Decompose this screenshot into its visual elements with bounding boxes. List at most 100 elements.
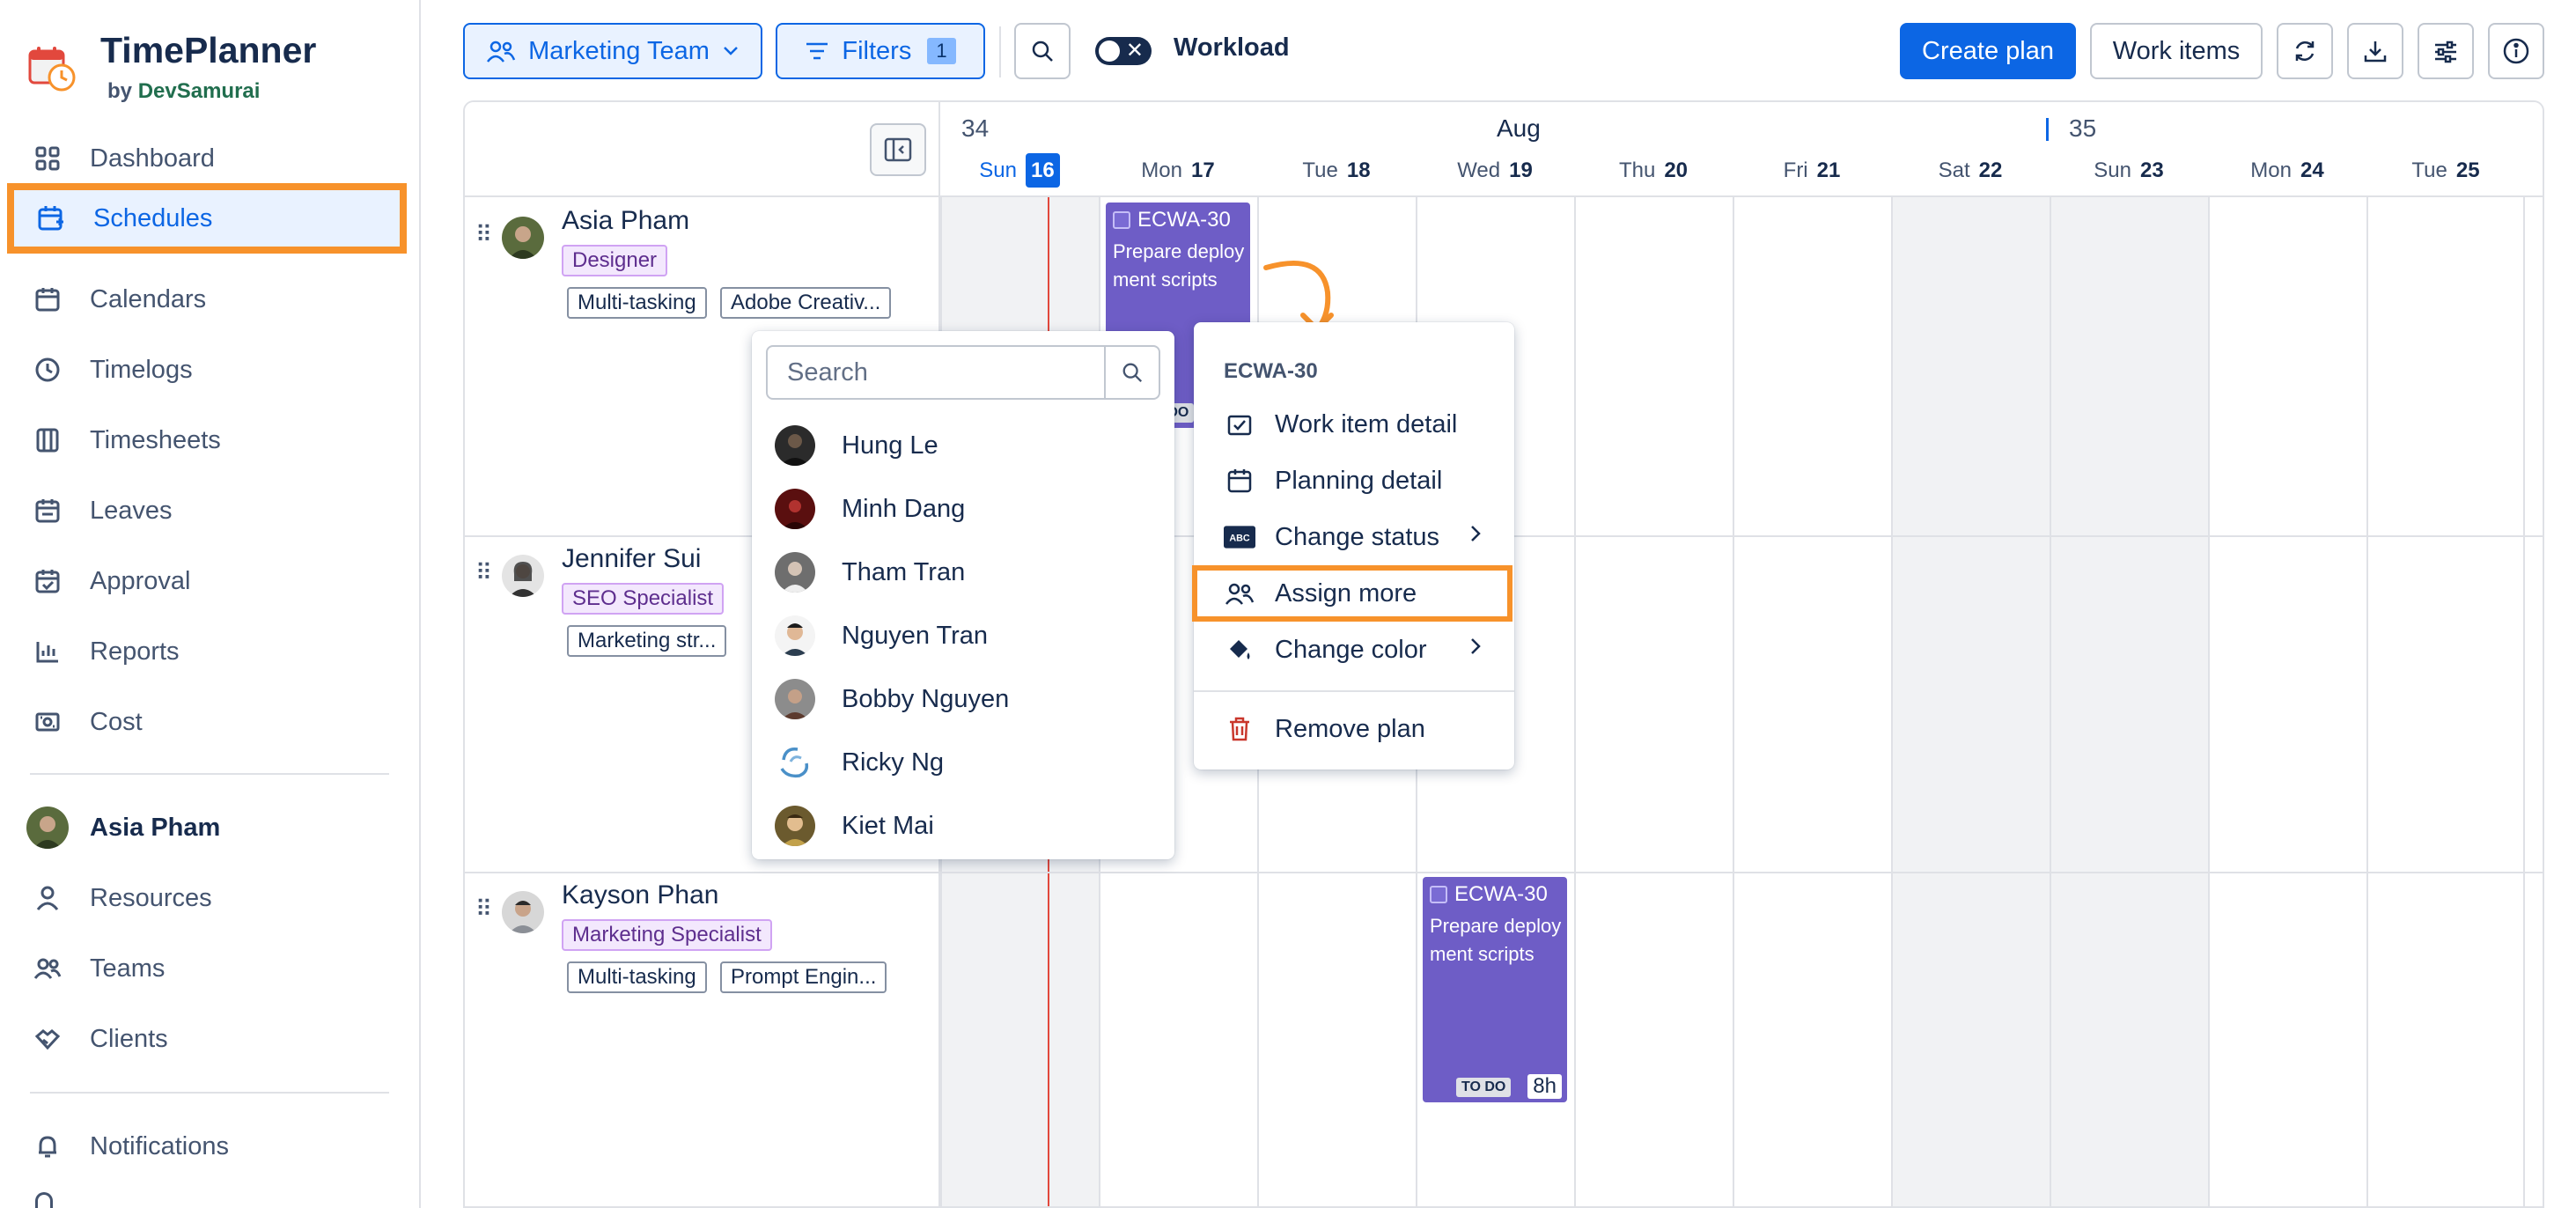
resource-name[interactable]: Jennifer Sui <box>562 544 701 574</box>
menu-item-label: Work item detail <box>1275 409 1458 438</box>
create-plan-button[interactable]: Create plan <box>1900 23 2076 79</box>
sidebar-item-reports[interactable]: Reports <box>0 616 421 687</box>
sidebar-item-leaves[interactable]: Leaves <box>0 475 421 546</box>
day-number: 21 <box>1816 158 1841 182</box>
sidebar-item-schedules[interactable]: Schedules <box>7 183 407 254</box>
day-column[interactable] <box>2050 197 2208 1206</box>
day-header[interactable]: Thu 20 <box>1574 158 1733 183</box>
menu-item-label: Planning detail <box>1275 466 1443 495</box>
sidebar-divider <box>30 773 389 775</box>
day-header[interactable]: Mon 24 <box>2208 158 2366 183</box>
sidebar-profile[interactable]: Asia Pham <box>0 792 421 863</box>
menu-item-work-item-detail[interactable]: Work item detail <box>1194 396 1514 453</box>
sidebar-item-label: Timelogs <box>90 355 193 384</box>
calendar-icon <box>32 284 63 315</box>
sidebar-item-notifications[interactable]: Notifications <box>0 1111 421 1182</box>
workload-toggle[interactable]: ✕ <box>1095 37 1152 65</box>
skill-tag: Multi-tasking <box>567 961 707 993</box>
sidebar-item-calendars[interactable]: Calendars <box>0 264 421 335</box>
search-button[interactable] <box>1014 23 1071 79</box>
day-of-week: Thu <box>1618 158 1656 182</box>
sidebar-item-resources[interactable]: Resources <box>0 863 421 933</box>
person-option[interactable]: Tham Tran <box>752 541 1174 604</box>
day-header-today[interactable]: Sun 16 <box>940 153 1099 188</box>
download-button[interactable] <box>2347 23 2403 79</box>
plan-context-menu: ECWA-30 Work item detail Planning detail… <box>1192 322 1514 770</box>
search-input[interactable] <box>768 347 1106 398</box>
timeplanner-logo-icon <box>28 44 76 92</box>
day-column[interactable] <box>2366 197 2525 1206</box>
sidebar-item-teams[interactable]: Teams <box>0 933 421 1004</box>
day-header[interactable]: Sun 23 <box>2050 158 2208 183</box>
avatar <box>775 552 815 593</box>
search-submit-button[interactable] <box>1106 347 1159 398</box>
chart-icon <box>32 636 63 667</box>
day-column[interactable] <box>1733 197 1891 1206</box>
person-name: Hung Le <box>842 431 938 460</box>
day-header[interactable]: Tue 25 <box>2366 158 2525 183</box>
menu-item-planning-detail[interactable]: Planning detail <box>1194 453 1514 509</box>
avatar <box>502 555 544 597</box>
team-selector[interactable]: Marketing Team <box>463 23 762 79</box>
sidebar-item-timelogs[interactable]: Timelogs <box>0 335 421 405</box>
day-header[interactable]: Sat 22 <box>1891 158 2050 183</box>
avatar <box>775 806 815 846</box>
menu-item-remove-plan[interactable]: Remove plan <box>1194 701 1514 757</box>
checkbox-icon <box>1113 211 1130 229</box>
day-column[interactable] <box>2208 197 2366 1206</box>
role-tag: Marketing Specialist <box>562 919 772 951</box>
brand[interactable]: TimePlanner by DevSamurai <box>28 30 316 103</box>
filters-button[interactable]: Filters 1 <box>776 23 985 79</box>
info-button[interactable] <box>2488 23 2544 79</box>
avatar <box>502 217 544 259</box>
day-column[interactable] <box>1574 197 1733 1206</box>
refresh-button[interactable] <box>2277 23 2333 79</box>
menu-item-change-color[interactable]: Change color <box>1194 622 1514 678</box>
person-option[interactable]: Minh Dang <box>752 477 1174 541</box>
work-items-button[interactable]: Work items <box>2090 23 2263 79</box>
person-option[interactable]: Bobby Nguyen <box>752 667 1174 731</box>
search-icon <box>1030 39 1055 63</box>
sidebar-item-timesheets[interactable]: Timesheets <box>0 405 421 475</box>
plan-card[interactable]: ECWA-30 Prepare deployment scripts TO DO… <box>1423 877 1567 1102</box>
person-name: Minh Dang <box>842 494 966 523</box>
person-option[interactable]: Kiet Mai <box>752 794 1174 858</box>
refresh-icon <box>2292 38 2318 64</box>
day-header[interactable]: Mon 17 <box>1099 158 1257 183</box>
plan-key-text: ECWA-30 <box>1137 208 1231 232</box>
plan-key-text: ECWA-30 <box>1454 882 1548 906</box>
timesheet-icon <box>32 424 63 456</box>
drag-handle-icon[interactable]: ⠿ <box>475 897 492 920</box>
filter-icon <box>805 41 829 62</box>
resource-row: ⠿ Kayson Phan Marketing Specialist Multi… <box>465 872 940 1206</box>
collapse-panel-button[interactable] <box>870 123 926 176</box>
avatar <box>775 425 815 466</box>
sidebar-item-cost[interactable]: Cost <box>0 687 421 757</box>
day-column[interactable] <box>1891 197 2050 1206</box>
person-option[interactable]: Nguyen Tran <box>752 604 1174 667</box>
plan-title: Prepare deployment scripts <box>1430 915 1562 965</box>
menu-item-assign-more[interactable]: Assign more <box>1192 565 1512 622</box>
clock-icon <box>32 354 63 386</box>
resource-name[interactable]: Asia Pham <box>562 206 689 236</box>
day-of-week: Fri <box>1783 158 1808 182</box>
day-header[interactable]: Fri 21 <box>1733 158 1891 183</box>
drag-handle-icon[interactable]: ⠿ <box>475 561 492 584</box>
day-of-week: Mon <box>1141 158 1182 182</box>
by-label: by <box>107 79 133 103</box>
checkbox-icon <box>1224 409 1255 440</box>
menu-item-label: Remove plan <box>1275 714 1425 743</box>
team-label: Marketing Team <box>528 36 710 65</box>
sidebar-item-clients[interactable]: Clients <box>0 1004 421 1074</box>
settings-button[interactable] <box>2418 23 2474 79</box>
sidebar-item-approval[interactable]: Approval <box>0 546 421 616</box>
resource-name[interactable]: Kayson Phan <box>562 880 718 910</box>
assign-people-popup: Hung Le Minh Dang Tham Tran Nguyen Tran … <box>752 331 1174 859</box>
day-header[interactable]: Tue 18 <box>1257 158 1416 183</box>
day-of-week: Tue <box>1302 158 1338 182</box>
drag-handle-icon[interactable]: ⠿ <box>475 223 492 246</box>
menu-item-change-status[interactable]: ABC Change status <box>1194 509 1514 565</box>
day-header[interactable]: Wed 19 <box>1416 158 1574 183</box>
person-option[interactable]: Ricky Ng <box>752 731 1174 794</box>
person-option[interactable]: Hung Le <box>752 414 1174 477</box>
